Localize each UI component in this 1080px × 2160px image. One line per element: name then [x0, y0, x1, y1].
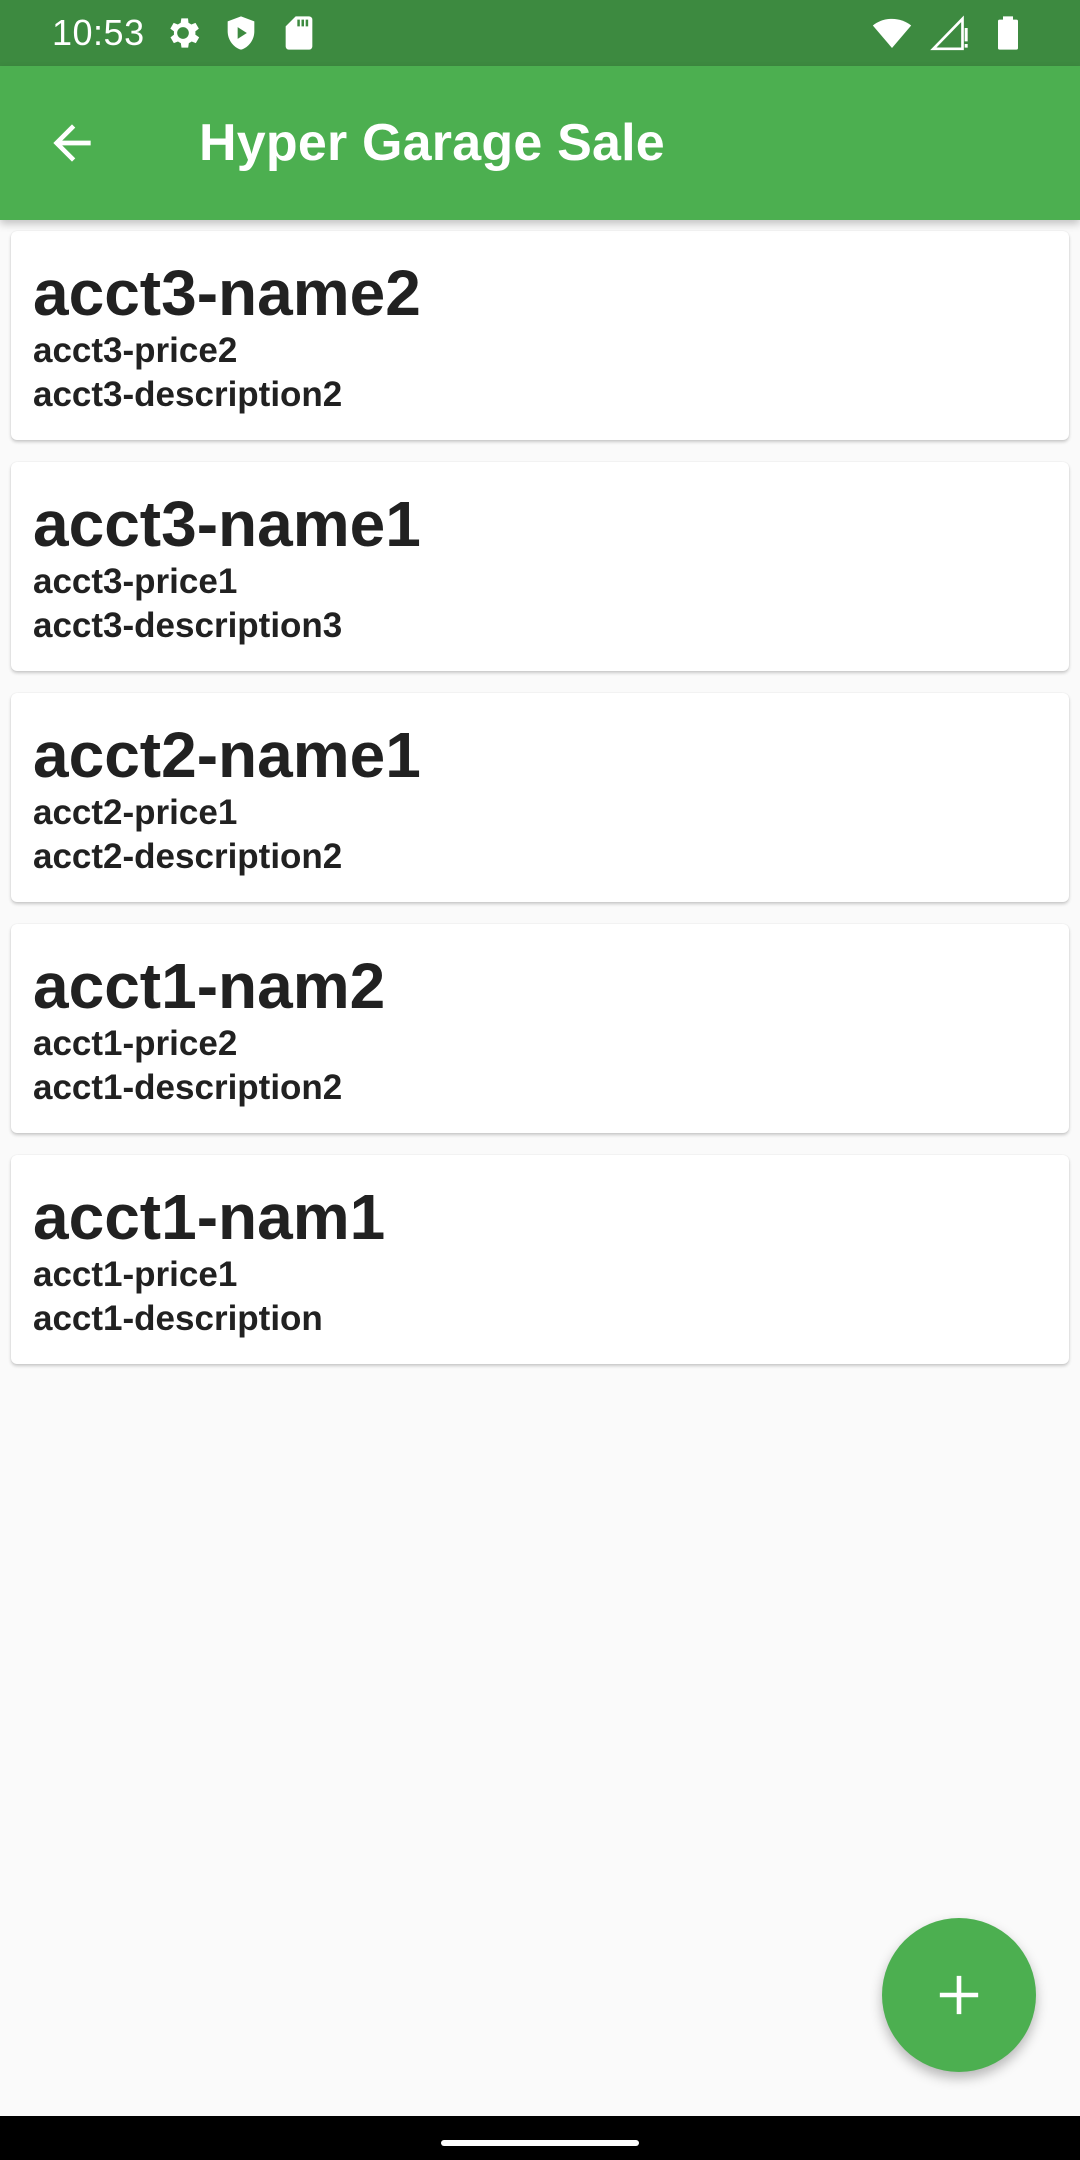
item-name: acct1-nam1	[33, 1181, 386, 1253]
item-price: acct2-price1	[33, 793, 238, 832]
home-gesture-handle[interactable]	[441, 2140, 639, 2146]
list-item[interactable]: acct2-name1 acct2-price1 acct2-descripti…	[11, 693, 1069, 902]
status-time: 10:53	[52, 12, 145, 53]
signal-icon	[930, 15, 968, 51]
item-description: acct3-description2	[33, 375, 343, 414]
arrow-left-icon	[53, 124, 91, 162]
item-price: acct1-price1	[33, 1255, 238, 1294]
list-item[interactable]: acct1-nam1 acct1-price1 acct1-descriptio…	[11, 1155, 1069, 1364]
navigation-bar	[0, 2116, 1080, 2160]
list-item[interactable]: acct3-name1 acct3-price1 acct3-descripti…	[11, 462, 1069, 671]
item-description: acct1-description2	[33, 1068, 343, 1107]
item-name: acct1-nam2	[33, 950, 386, 1022]
item-name: acct2-name1	[33, 719, 421, 791]
item-price: acct1-price2	[33, 1024, 238, 1063]
status-bar: 10:53	[0, 0, 1080, 66]
list-item[interactable]: acct3-name2 acct3-price2 acct3-descripti…	[11, 231, 1069, 440]
back-button[interactable]	[0, 66, 154, 220]
wifi-icon	[872, 18, 912, 48]
status-right	[872, 13, 1028, 53]
add-item-button[interactable]	[882, 1918, 1036, 2072]
status-left: 10:53	[52, 12, 319, 54]
item-list: acct3-name2 acct3-price2 acct3-descripti…	[11, 231, 1069, 1386]
app-bar: Hyper Garage Sale	[0, 66, 1080, 220]
item-price: acct3-price2	[33, 331, 238, 370]
item-description: acct1-description	[33, 1299, 323, 1338]
item-description: acct2-description2	[33, 837, 343, 876]
page-title: Hyper Garage Sale	[199, 114, 665, 172]
gear-icon	[169, 18, 199, 48]
sd-card-icon	[285, 16, 312, 50]
item-price: acct3-price1	[33, 562, 238, 601]
item-description: acct3-description3	[33, 606, 343, 645]
plus-icon	[939, 1975, 979, 2015]
item-name: acct3-name2	[33, 257, 421, 329]
shield-play-icon	[227, 16, 254, 50]
battery-icon	[998, 16, 1018, 50]
item-name: acct3-name1	[33, 488, 421, 560]
list-item[interactable]: acct1-nam2 acct1-price2 acct1-descriptio…	[11, 924, 1069, 1133]
